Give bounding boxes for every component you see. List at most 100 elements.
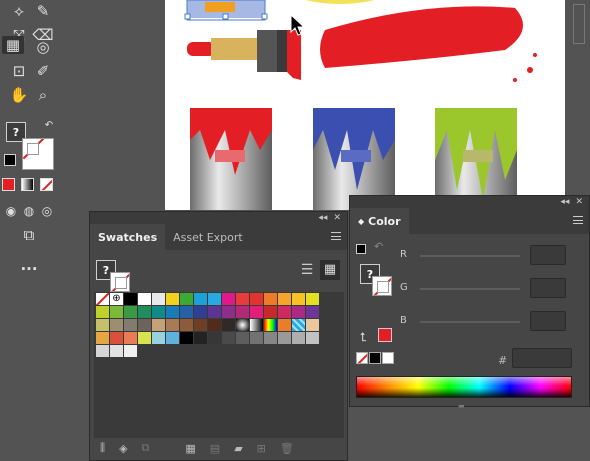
swatch-cell[interactable] — [166, 293, 179, 305]
swatch-cell[interactable] — [138, 319, 151, 331]
swatch-cell[interactable] — [138, 293, 151, 305]
edit-toolbar-button[interactable]: ... — [16, 254, 42, 276]
screen-mode-icon[interactable]: ⧉ — [16, 224, 42, 246]
swatch-cell[interactable] — [236, 306, 249, 318]
swatch-cell[interactable] — [180, 319, 193, 331]
swatch-cell[interactable] — [138, 306, 151, 318]
b-input[interactable] — [530, 311, 566, 331]
mesh-tool-icon[interactable]: ▦ — [2, 36, 24, 54]
swatch-cell[interactable] — [152, 319, 165, 331]
swatch-cell[interactable] — [222, 332, 235, 344]
current-color-chip[interactable] — [378, 328, 392, 342]
swatch-cell[interactable] — [250, 319, 263, 331]
swatch-cell[interactable] — [208, 293, 221, 305]
color-stroke-box[interactable] — [372, 276, 392, 296]
close-panel-icon[interactable]: ✕ — [333, 213, 341, 223]
swatch-cell[interactable] — [180, 293, 193, 305]
swatch-cell[interactable] — [306, 332, 319, 344]
resize-grip[interactable]: ▬ — [458, 402, 465, 410]
swatch-cell[interactable] — [124, 332, 137, 344]
new-group-folder-icon[interactable]: ▰ — [234, 442, 242, 455]
close-panel-icon[interactable]: ✕ — [575, 197, 583, 207]
swatch-cell[interactable] — [222, 306, 235, 318]
swatch-cell[interactable] — [180, 306, 193, 318]
swatch-cell[interactable] — [250, 332, 263, 344]
collapse-icon[interactable]: ◂◂ — [318, 213, 327, 223]
swatch-cell[interactable] — [96, 306, 109, 318]
artboard-tool-icon[interactable]: ⊡ — [8, 60, 30, 82]
swatch-cell[interactable] — [250, 293, 263, 305]
swatch-cell[interactable] — [222, 319, 235, 331]
swatch-cell[interactable] — [166, 319, 179, 331]
color-mode-button[interactable] — [2, 178, 15, 191]
hex-input[interactable] — [512, 348, 572, 368]
artboard-canvas[interactable] — [165, 0, 565, 210]
swatch-cell[interactable] — [96, 293, 109, 305]
out-of-gamut-icon[interactable]: ⮤ — [360, 330, 367, 345]
grid-view-icon[interactable]: ▦ — [320, 260, 340, 280]
swatch-cell[interactable] — [194, 332, 207, 344]
b-slider[interactable] — [420, 321, 520, 323]
edit-group-icon[interactable]: ▤ — [210, 442, 220, 455]
list-view-icon[interactable]: ☰ — [297, 260, 317, 280]
libraries-icon[interactable]: ⫼ — [100, 441, 105, 455]
swatch-cell[interactable] — [152, 306, 165, 318]
fill-stroke-proxy[interactable]: ? ↶ — [4, 118, 56, 170]
swatch-cell[interactable] — [278, 306, 291, 318]
swatch-cell[interactable] — [166, 332, 179, 344]
default-colors-icon[interactable] — [356, 244, 366, 254]
g-input[interactable] — [530, 278, 566, 298]
swatch-cell[interactable] — [110, 345, 123, 357]
swatch-cell[interactable] — [250, 306, 263, 318]
swatch-cell[interactable] — [208, 306, 221, 318]
black-swatch[interactable] — [369, 352, 381, 364]
swatch-cell[interactable] — [96, 345, 109, 357]
draw-inside-icon[interactable]: ◎ — [36, 200, 58, 222]
white-swatch[interactable] — [382, 352, 394, 364]
swatch-cell[interactable] — [124, 345, 137, 357]
swatch-cell[interactable]: ⊕ — [110, 293, 123, 305]
swatch-cell[interactable] — [306, 293, 319, 305]
swatch-cell[interactable] — [96, 332, 109, 344]
swatch-cell[interactable] — [278, 293, 291, 305]
gradient-mode-button[interactable] — [21, 178, 34, 191]
collapse-icon[interactable]: ◂◂ — [560, 197, 569, 207]
swatch-kinds-icon[interactable]: ◈ — [119, 442, 127, 455]
none-mode-button[interactable] — [40, 178, 53, 191]
swatch-cell[interactable] — [166, 306, 179, 318]
zoom-tool-icon[interactable]: ⌕ — [32, 84, 54, 106]
swatch-cell[interactable] — [110, 306, 123, 318]
swatch-cell[interactable] — [236, 293, 249, 305]
eyedropper-tool-icon[interactable]: ✐ — [32, 60, 54, 82]
stroke-box[interactable] — [22, 138, 54, 170]
swatch-cell[interactable] — [292, 306, 305, 318]
color-spectrum[interactable] — [356, 376, 572, 398]
swatch-cell[interactable] — [264, 306, 277, 318]
g-slider[interactable] — [420, 288, 520, 290]
swap-icon[interactable]: ↶ — [374, 240, 383, 253]
color-group-icon[interactable]: ▦ — [185, 442, 195, 455]
delete-icon[interactable]: 🗑 — [280, 442, 294, 455]
none-swatch[interactable] — [356, 352, 368, 364]
swatches-panel-grip[interactable]: ◂◂ ✕ — [90, 212, 347, 224]
color-fill-stroke[interactable]: ? — [358, 262, 394, 298]
swatch-cell[interactable] — [292, 319, 305, 331]
default-colors-icon[interactable] — [4, 154, 16, 166]
swatch-cell[interactable] — [306, 306, 319, 318]
color-panel-grip[interactable]: ◂◂ ✕ — [350, 196, 589, 208]
swatch-cell[interactable] — [264, 332, 277, 344]
dock-panel-button[interactable] — [573, 4, 585, 44]
swatch-cell[interactable] — [138, 332, 151, 344]
swatch-cell[interactable] — [236, 332, 249, 344]
r-input[interactable] — [530, 245, 566, 265]
swatch-cell[interactable] — [124, 293, 137, 305]
hand-tool-icon[interactable]: ✋ — [8, 84, 30, 106]
swatch-cell[interactable] — [152, 332, 165, 344]
swatches-stroke-box[interactable] — [110, 272, 130, 292]
shape-builder-tool-icon[interactable]: ⟡ — [8, 0, 30, 22]
swatch-cell[interactable] — [222, 293, 235, 305]
swatches-fill-stroke[interactable]: ? — [94, 258, 134, 294]
swatch-cell[interactable] — [110, 332, 123, 344]
swatch-cell[interactable] — [292, 293, 305, 305]
live-paint-tool-icon[interactable]: ✎ — [32, 0, 54, 22]
